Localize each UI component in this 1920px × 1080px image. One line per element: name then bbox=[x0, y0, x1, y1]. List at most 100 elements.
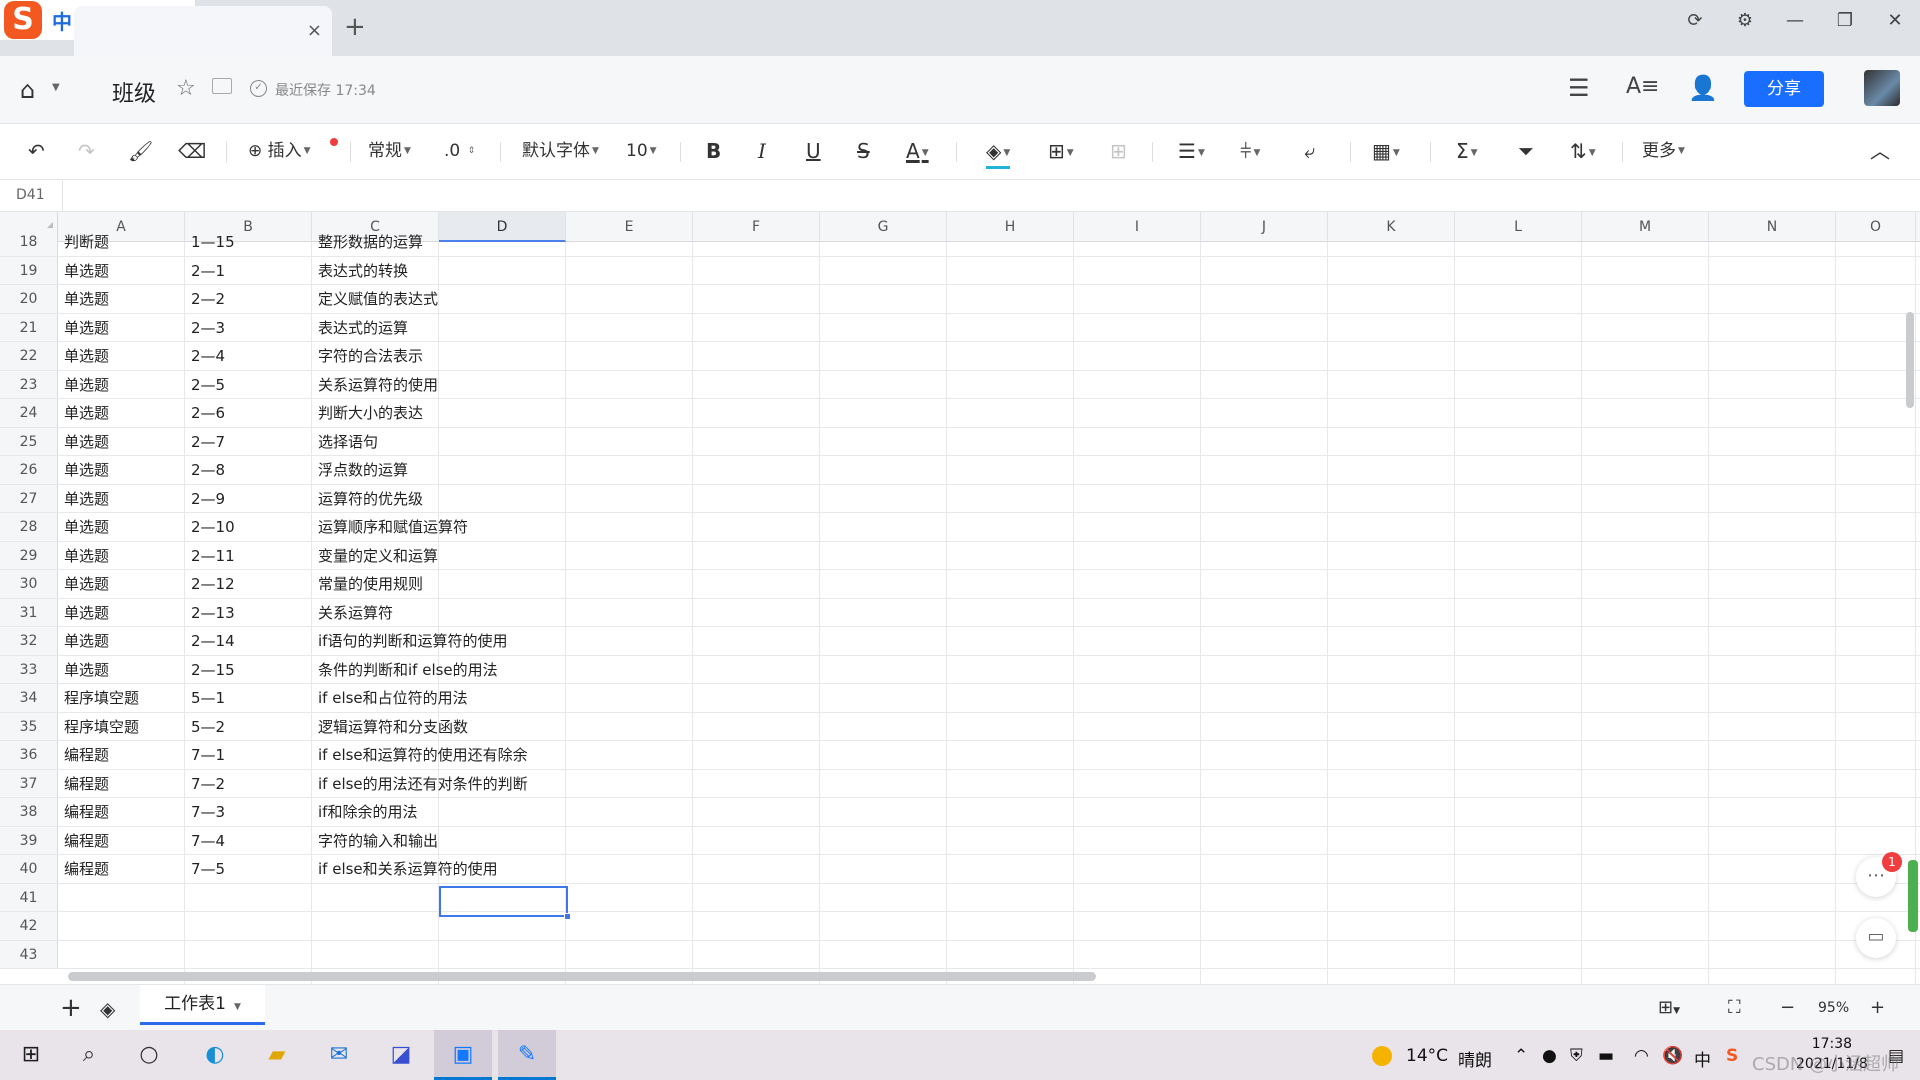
font-color-button[interactable]: A ▼ bbox=[906, 138, 929, 166]
cell-b[interactable]: 1—15 bbox=[185, 228, 312, 256]
tray-ime-language[interactable]: 中 bbox=[1694, 1046, 1711, 1071]
sort-icon[interactable]: ⇅ ▼ bbox=[1570, 138, 1596, 166]
row-header[interactable]: 22 bbox=[0, 342, 58, 370]
taskbar-app-active[interactable]: ▣ bbox=[434, 1030, 492, 1080]
new-tab-button[interactable]: + bbox=[344, 12, 366, 42]
row-header[interactable]: 37 bbox=[0, 769, 58, 797]
cell-a[interactable]: 单选题 bbox=[58, 456, 185, 484]
undo-icon[interactable]: ↶ bbox=[28, 138, 45, 164]
cell-a[interactable]: 程序填空题 bbox=[58, 713, 185, 741]
mail-icon[interactable]: ✉ bbox=[322, 1038, 356, 1072]
row-header[interactable]: 40 bbox=[0, 855, 58, 883]
cell-c[interactable]: if else和占位符的用法 bbox=[312, 684, 468, 712]
tray-expand-icon[interactable]: ⌃ bbox=[1514, 1046, 1528, 1066]
cell-reference[interactable]: D41 bbox=[16, 187, 45, 203]
cell-c[interactable]: 定义赋值的表达式 bbox=[312, 285, 439, 313]
minimize-button[interactable]: — bbox=[1770, 10, 1820, 31]
cell-a[interactable]: 单选题 bbox=[58, 513, 185, 541]
search-icon[interactable]: ⌕ bbox=[72, 1038, 106, 1072]
row-header[interactable]: 42 bbox=[0, 912, 58, 940]
row-header[interactable]: 32 bbox=[0, 627, 58, 655]
tab-close-icon[interactable]: × bbox=[307, 20, 322, 41]
windows-start-icon[interactable]: ⊞ bbox=[14, 1038, 48, 1072]
cell-b[interactable]: 2—2 bbox=[185, 285, 312, 313]
format-painter-icon[interactable]: 🖌 bbox=[128, 138, 153, 164]
row-header[interactable]: 30 bbox=[0, 570, 58, 598]
borders-icon[interactable]: ⊞ ▼ bbox=[1048, 138, 1074, 166]
cell-a[interactable]: 单选题 bbox=[58, 485, 185, 513]
cell-b[interactable]: 2—10 bbox=[185, 513, 312, 541]
cell-c[interactable] bbox=[312, 884, 439, 912]
fill-handle[interactable] bbox=[564, 913, 571, 920]
document-title[interactable]: 班级 bbox=[112, 76, 156, 108]
sheet-tab[interactable]: 工作表1 ▼ bbox=[140, 985, 265, 1025]
cell-a[interactable]: 单选题 bbox=[58, 570, 185, 598]
sum-button[interactable]: Σ ▼ bbox=[1456, 138, 1478, 166]
more-button[interactable]: 更多 ▼ bbox=[1642, 138, 1685, 164]
cell-a[interactable]: 编程题 bbox=[58, 798, 185, 826]
horizontal-align-icon[interactable]: ☰ ▼ bbox=[1178, 138, 1205, 166]
cell-a[interactable]: 单选题 bbox=[58, 627, 185, 655]
cell-a[interactable]: 判断题 bbox=[58, 228, 185, 256]
add-collaborator-icon[interactable]: 👤 bbox=[1688, 74, 1718, 102]
tray-app-icon[interactable]: ● bbox=[1542, 1046, 1557, 1066]
edge-browser-icon[interactable]: ◐ bbox=[198, 1038, 232, 1072]
cell-a[interactable]: 单选题 bbox=[58, 314, 185, 342]
cell-c[interactable]: 常量的使用规则 bbox=[312, 570, 439, 598]
decimal-stepper[interactable]: .0 ⇕ bbox=[444, 138, 475, 164]
cell-a[interactable]: 单选题 bbox=[58, 371, 185, 399]
sheet-list-icon[interactable]: ◈ bbox=[100, 997, 115, 1021]
cell-b[interactable]: 5—1 bbox=[185, 684, 312, 712]
add-sheet-button[interactable]: + bbox=[60, 993, 82, 1023]
share-button[interactable]: 分享 bbox=[1744, 71, 1824, 107]
row-header[interactable]: 35 bbox=[0, 712, 58, 740]
task-view-icon[interactable]: ○ bbox=[132, 1038, 166, 1072]
cell-b[interactable]: 2—8 bbox=[185, 456, 312, 484]
cell-c[interactable]: 字符的输入和输出 bbox=[312, 827, 439, 855]
cell-c[interactable]: 判断大小的表达 bbox=[312, 399, 439, 427]
row-header[interactable]: 39 bbox=[0, 826, 58, 854]
row-header[interactable]: 21 bbox=[0, 313, 58, 341]
cell-a[interactable]: 单选题 bbox=[58, 257, 185, 285]
underline-button[interactable]: U bbox=[806, 138, 821, 164]
cell-b[interactable] bbox=[185, 941, 312, 969]
cell-a[interactable]: 单选题 bbox=[58, 599, 185, 627]
row-header[interactable]: 29 bbox=[0, 541, 58, 569]
cell-c[interactable]: 运算符的优先级 bbox=[312, 485, 439, 513]
cell-c[interactable]: 关系运算符 bbox=[312, 599, 439, 627]
restore-button[interactable]: ❐ bbox=[1820, 10, 1870, 31]
number-format-dropdown[interactable]: 常规 ▼ bbox=[368, 138, 411, 164]
fullscreen-icon[interactable]: ⛶ bbox=[1728, 997, 1741, 1018]
cell-c[interactable]: 浮点数的运算 bbox=[312, 456, 439, 484]
cell-b[interactable]: 5—2 bbox=[185, 713, 312, 741]
cell-c[interactable]: 变量的定义和运算 bbox=[312, 542, 439, 570]
vertical-scrollbar[interactable] bbox=[1906, 312, 1914, 408]
cell-a[interactable]: 编程题 bbox=[58, 770, 185, 798]
eraser-icon[interactable]: ⌫ bbox=[178, 138, 206, 164]
cell-b[interactable]: 7—3 bbox=[185, 798, 312, 826]
cell-a[interactable]: 单选题 bbox=[58, 656, 185, 684]
row-header[interactable]: 34 bbox=[0, 684, 58, 712]
row-header[interactable]: 25 bbox=[0, 427, 58, 455]
cell-a[interactable]: 编程题 bbox=[58, 855, 185, 883]
cell-c[interactable]: 条件的判断和if else的用法 bbox=[312, 656, 498, 684]
row-header[interactable]: 41 bbox=[0, 883, 58, 911]
row-header[interactable]: 19 bbox=[0, 256, 58, 284]
row-header[interactable]: 36 bbox=[0, 741, 58, 769]
file-explorer-icon[interactable]: ▰ bbox=[260, 1038, 294, 1072]
cell-b[interactable]: 2—9 bbox=[185, 485, 312, 513]
spreadsheet-grid[interactable]: ABCDEFGHIJKLMNO 18 判断题 1—15 整形数据的运算 19 单选题 2—1… bbox=[0, 212, 1920, 984]
merge-cells-icon[interactable]: ⊞ bbox=[1110, 138, 1127, 164]
comments-float-button[interactable]: ▭ bbox=[1856, 918, 1896, 958]
cell-a[interactable] bbox=[58, 884, 185, 912]
cell-c[interactable]: if语句的判断和运算符的使用 bbox=[312, 627, 507, 655]
cell-c[interactable]: 选择语句 bbox=[312, 428, 439, 456]
cell-b[interactable]: 7—4 bbox=[185, 827, 312, 855]
cell-a[interactable] bbox=[58, 912, 185, 940]
font-size-dropdown[interactable]: 10 ▼ bbox=[626, 138, 657, 164]
cell-a[interactable]: 编程题 bbox=[58, 741, 185, 769]
cell-a[interactable]: 单选题 bbox=[58, 542, 185, 570]
fill-color-icon[interactable]: ◈ ▼ bbox=[986, 138, 1011, 169]
cell-b[interactable]: 2—1 bbox=[185, 257, 312, 285]
active-cell-selection[interactable] bbox=[439, 886, 571, 920]
